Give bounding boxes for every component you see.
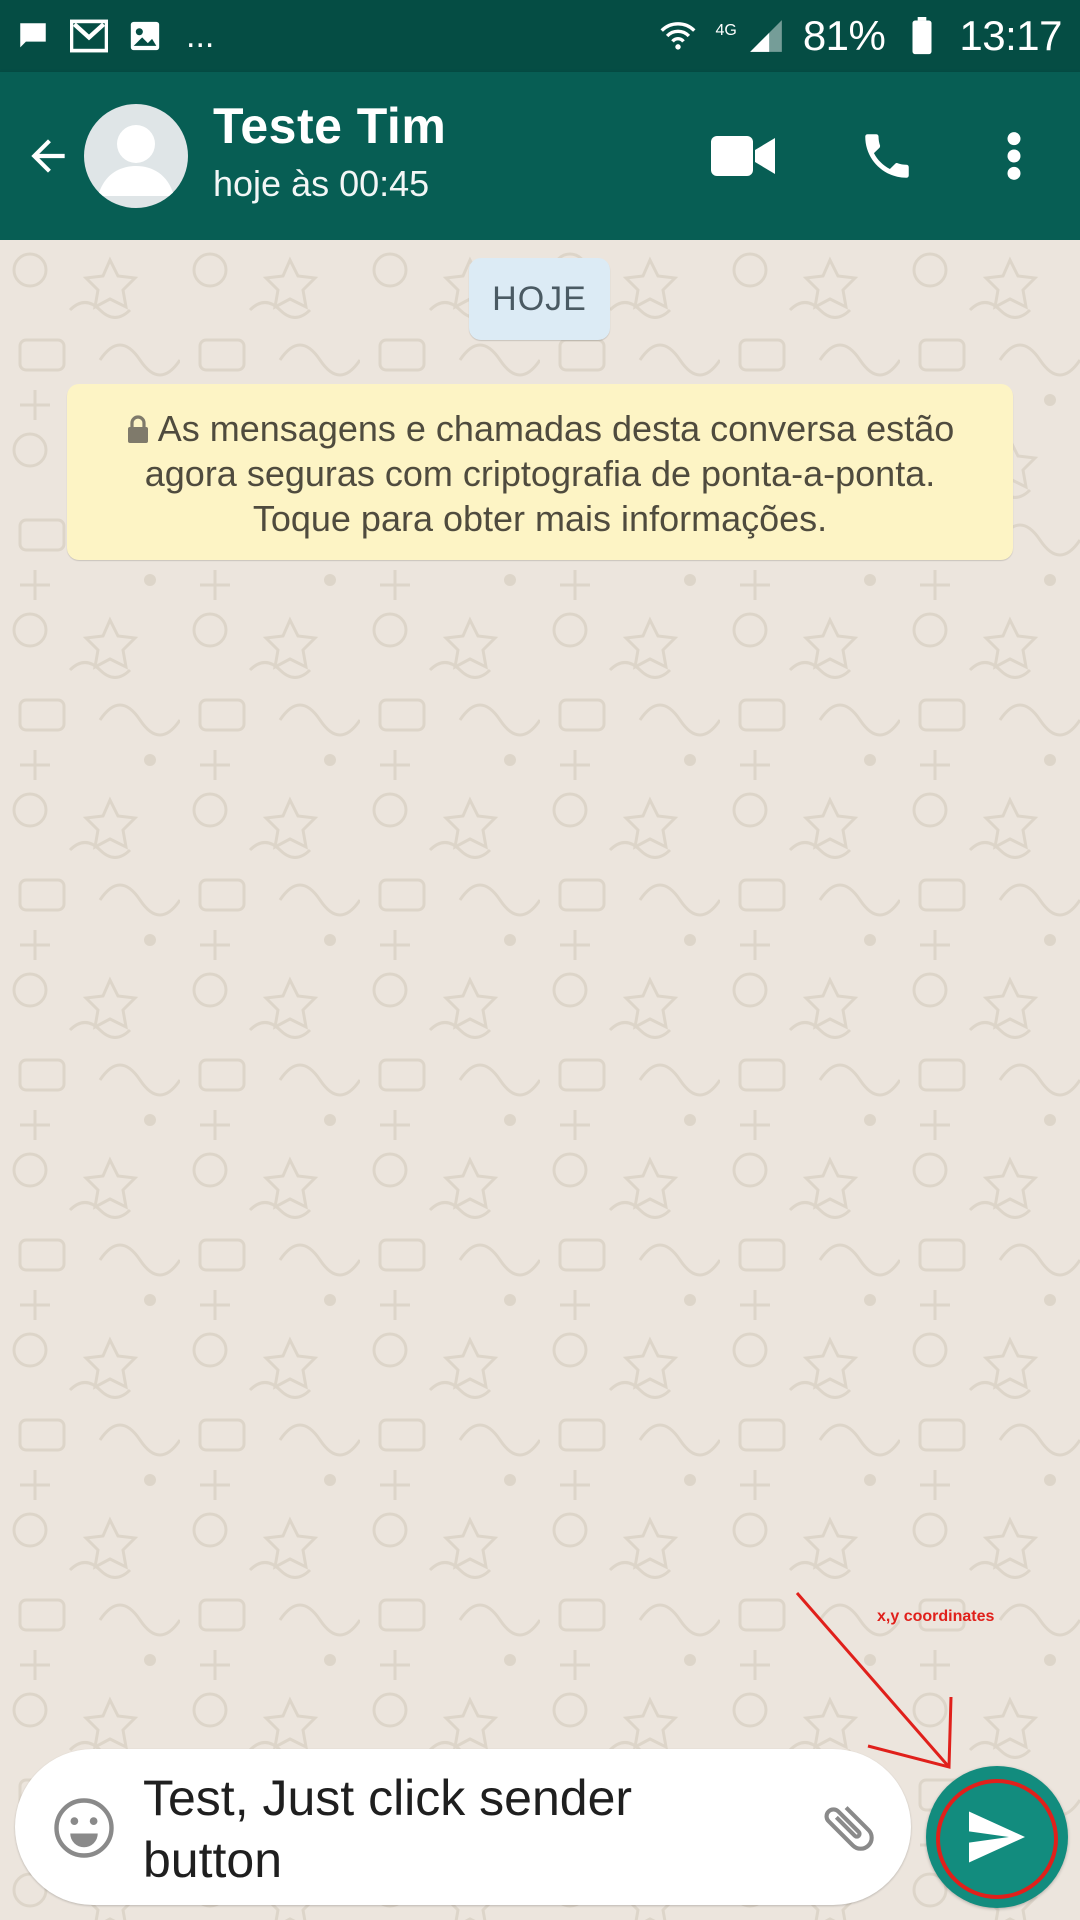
video-call-button[interactable] <box>703 116 783 196</box>
arrow-back-icon <box>31 139 65 173</box>
network-type: 4G <box>715 22 737 39</box>
status-right: 4G 81% 13:17 <box>659 12 1062 60</box>
voice-call-icon <box>865 134 909 178</box>
contact-name: Teste Tim <box>213 98 447 154</box>
chat-header: Teste Tim hoje às 00:45 <box>0 72 1080 240</box>
encryption-notice-text: As mensagens e chamadas desta conversa e… <box>144 408 955 539</box>
battery-icon <box>903 17 941 55</box>
wifi-icon <box>659 17 697 55</box>
emoji-icon <box>54 1798 114 1858</box>
chat-area[interactable]: HOJE As mensagens e chamadas desta conve… <box>0 240 1080 1920</box>
annotation-label: x,y coordinates <box>877 1608 995 1625</box>
message-input-bar[interactable]: Test, Just click sender button <box>15 1749 911 1905</box>
attach-button[interactable] <box>810 1789 888 1867</box>
chat-notification-icon <box>14 17 52 55</box>
default-avatar-icon <box>98 125 174 196</box>
encryption-notice[interactable]: As mensagens e chamadas desta conversa e… <box>67 384 1013 560</box>
send-button[interactable] <box>926 1766 1068 1908</box>
more-vert-icon <box>1007 132 1021 180</box>
more-options-button[interactable] <box>974 116 1054 196</box>
date-chip: HOJE <box>469 258 610 340</box>
lock-icon <box>127 415 148 443</box>
emoji-button[interactable] <box>45 1789 123 1867</box>
send-icon <box>969 1811 1025 1863</box>
more-notifications: ... <box>186 17 215 55</box>
battery-percentage: 81% <box>802 12 886 59</box>
contact-avatar[interactable] <box>84 104 188 208</box>
gmail-icon <box>70 17 108 55</box>
video-call-icon <box>711 136 775 176</box>
signal-icon <box>747 17 785 55</box>
message-input[interactable]: Test, Just click sender button <box>143 1767 703 1891</box>
contact-info[interactable]: Teste Tim hoje às 00:45 <box>213 100 446 205</box>
status-left: ... <box>14 17 214 55</box>
clock: 13:17 <box>959 12 1062 59</box>
gallery-icon <box>126 17 164 55</box>
voice-call-button[interactable] <box>847 116 927 196</box>
paperclip-icon <box>824 1806 874 1851</box>
back-button[interactable] <box>18 126 78 186</box>
last-seen: hoje às 00:45 <box>213 162 430 204</box>
status-bar: ... 4G 81% 13:17 <box>0 0 1080 72</box>
